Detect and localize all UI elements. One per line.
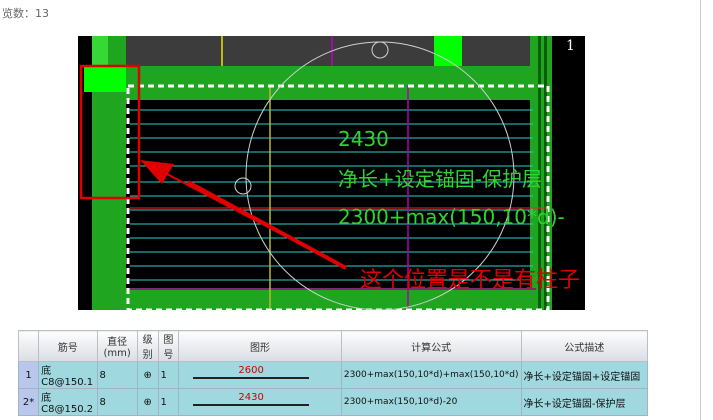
cell-formula[interactable]: 2300+max(150,10*d)+max(150,10*d): [340, 361, 522, 389]
header-grade[interactable]: 级别: [136, 330, 159, 362]
annotation-length: 2430: [338, 127, 389, 151]
shape-length: 2600: [238, 365, 264, 376]
header-diameter[interactable]: 直径(mm): [96, 330, 138, 362]
header-formula[interactable]: 计算公式: [340, 330, 522, 362]
annotation-formula: 2300+max(150,10*d)-: [338, 205, 565, 229]
cell-bar-no[interactable]: 底C8@150.1: [38, 361, 98, 389]
highlight-left-top: [92, 36, 108, 66]
rebar-table: 筋号 直径(mm) 级别 图号 图形 计算公式 公式描述 1 底C8@150.1…: [17, 330, 648, 416]
cell-shape-no[interactable]: 1: [157, 361, 180, 389]
row-number[interactable]: 2*: [17, 388, 40, 416]
cell-grade[interactable]: ⊕: [136, 361, 159, 389]
highlight-right-top: [434, 36, 462, 66]
rebar-shape: 2600: [181, 363, 321, 387]
cell-grade[interactable]: ⊕: [136, 388, 159, 416]
cell-formula[interactable]: 2300+max(150,10*d)-20: [340, 388, 522, 416]
view-count: 览数：13: [2, 7, 49, 20]
cell-shape-no[interactable]: 1: [157, 388, 180, 416]
table-row[interactable]: 1 底C8@150.1 8 ⊕ 1 2600 2300+max(150,10*d…: [17, 361, 648, 389]
rebar-line-icon: [193, 377, 310, 379]
cell-bar-no[interactable]: 底C8@150.2: [38, 388, 98, 416]
table-row[interactable]: 2* 底C8@150.2 8 ⊕ 1 2430 2300+max(150,10*…: [17, 388, 648, 416]
drawing-marker: 1: [566, 38, 575, 54]
cell-description[interactable]: 净长+设定锚固-保护层: [520, 388, 648, 416]
header-shape-no[interactable]: 图号: [157, 330, 180, 362]
cell-diameter[interactable]: 8: [96, 361, 138, 389]
callout-text: 这个位置是不是有柱子: [360, 268, 581, 293]
highlight-corner: [84, 66, 126, 92]
top-beam: [126, 66, 536, 100]
annotation-description: 净长+设定锚固-保护层: [338, 167, 542, 191]
cell-shape[interactable]: 2600: [178, 361, 342, 389]
header-shape[interactable]: 图形: [178, 330, 342, 362]
header-description[interactable]: 公式描述: [520, 330, 648, 362]
row-number-header: [17, 330, 40, 362]
page-divider: [700, 0, 701, 420]
cell-description[interactable]: 净长+设定锚固+设定锚固: [520, 361, 648, 389]
header-bar-no[interactable]: 筋号: [38, 330, 98, 362]
table-header-row: 筋号 直径(mm) 级别 图号 图形 计算公式 公式描述: [17, 330, 648, 362]
shape-length: 2430: [238, 392, 264, 403]
cell-shape[interactable]: 2430: [178, 388, 342, 416]
row-number[interactable]: 1: [17, 361, 40, 389]
cell-diameter[interactable]: 8: [96, 388, 138, 416]
rebar-line-icon: [193, 404, 310, 406]
rebar-shape: 2430: [181, 390, 321, 414]
